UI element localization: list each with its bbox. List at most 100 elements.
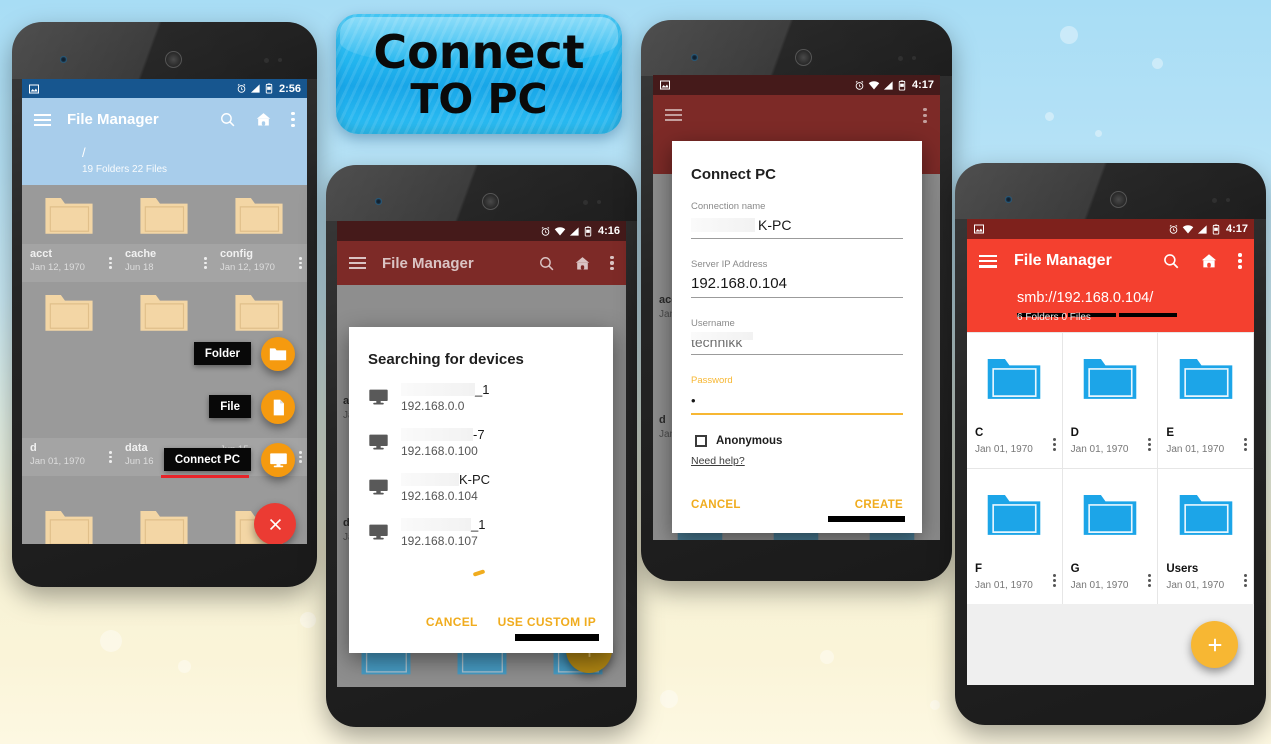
grid-item[interactable]: d Jan 01, 1970	[22, 379, 117, 476]
create-button[interactable]: CREATE	[855, 499, 903, 511]
bg-item-overflow-icon[interactable]	[929, 300, 932, 313]
need-help-link[interactable]: Need help?	[691, 455, 745, 467]
grid-item[interactable]: G Jan 01, 1970	[1062, 469, 1158, 604]
menu-icon[interactable]	[979, 254, 997, 268]
username-field[interactable]: Username technikk	[672, 298, 922, 355]
grid-item-overflow-icon[interactable]	[109, 451, 112, 463]
cancel-button[interactable]: CANCEL	[691, 499, 741, 511]
grid-item-overflow-icon[interactable]	[299, 451, 302, 463]
phone-2-speaker	[482, 193, 499, 210]
grid-item[interactable]: C Jan 01, 1970	[967, 333, 1062, 468]
phone-4-status-time: 4:17	[1225, 223, 1248, 235]
grid-item-overflow-icon[interactable]	[299, 257, 302, 269]
device-ip: 192.168.0.100	[401, 444, 478, 458]
search-icon[interactable]	[538, 255, 555, 272]
grid-item-overflow-icon[interactable]	[204, 257, 207, 269]
menu-icon[interactable]	[34, 113, 51, 126]
signal-icon	[1197, 224, 1207, 234]
bg-item-overflow-icon[interactable]	[615, 403, 618, 416]
connection-name-input[interactable]: K-PC	[691, 217, 903, 233]
phone-1-toolbar: File Manager	[22, 98, 307, 141]
plus-icon	[1208, 638, 1221, 651]
device-list-item[interactable]: _1 192.168.0.107	[349, 503, 613, 548]
server-ip-field[interactable]: Server IP Address 192.168.0.104	[672, 239, 922, 298]
grid-item[interactable]: F Jan 01, 1970	[967, 469, 1062, 604]
grid-item[interactable]: config Jan 12, 1970	[211, 185, 307, 282]
grid-item-overflow-icon[interactable]	[1148, 438, 1152, 451]
grid-item-overflow-icon[interactable]	[1243, 574, 1247, 587]
phone-1: 2:56 File Manager / 19 Folders 22 Files …	[12, 22, 317, 587]
grid-item[interactable]	[22, 282, 117, 379]
battery-icon	[898, 79, 906, 91]
grid-item[interactable]: D Jan 01, 1970	[1062, 333, 1158, 468]
anonymous-checkbox[interactable]	[695, 435, 707, 447]
grid-item-name: C	[975, 427, 984, 439]
bg-item-overflow-icon[interactable]	[615, 523, 618, 536]
bg-item-overflow-icon[interactable]	[929, 420, 932, 433]
device-ip: 192.168.0.104	[401, 489, 478, 503]
device-list-item[interactable]: -7 192.168.0.100	[349, 413, 613, 458]
wifi-icon	[868, 80, 880, 89]
password-input[interactable]: •	[691, 393, 903, 408]
grid-item[interactable]: E Jan 01, 1970	[1158, 333, 1253, 468]
search-icon[interactable]	[219, 111, 236, 128]
bokeh-10	[660, 690, 678, 708]
home-icon[interactable]	[255, 111, 272, 128]
device-list-item[interactable]: K-PC 192.168.0.104	[349, 458, 613, 503]
fab-label-file[interactable]: File	[209, 395, 251, 418]
grid-item-overflow-icon[interactable]	[109, 257, 112, 269]
grid-item-overflow-icon[interactable]	[1148, 574, 1152, 587]
redaction-block	[401, 518, 471, 531]
menu-icon[interactable]	[349, 257, 366, 269]
fab-label-folder[interactable]: Folder	[193, 342, 251, 365]
phone-2-screen: 4:16 File Manager d Searching for device…	[337, 221, 626, 687]
device-name: K-PC	[401, 472, 490, 487]
use-custom-ip-button[interactable]: USE CUSTOM IP	[498, 615, 596, 629]
folder-icon	[45, 197, 94, 234]
menu-icon[interactable]	[665, 109, 682, 121]
grid-item[interactable]	[22, 476, 117, 544]
search-icon[interactable]	[1162, 252, 1180, 270]
grid-item-overflow-icon[interactable]	[1052, 574, 1056, 587]
grid-item-name: cache	[124, 248, 157, 260]
image-icon	[660, 80, 670, 90]
anonymous-checkbox-row[interactable]: Anonymous	[672, 415, 922, 447]
device-list-item[interactable]: _1 192.168.0.0	[349, 368, 613, 413]
grid-item-overflow-icon[interactable]	[1052, 438, 1056, 451]
bokeh-5	[100, 630, 122, 652]
alarm-icon	[855, 80, 864, 90]
grid-item-meta: C Jan 01, 1970	[967, 422, 1062, 468]
fab-create-folder[interactable]	[261, 337, 295, 371]
phone-1-screen: 2:56 File Manager / 19 Folders 22 Files …	[22, 79, 307, 544]
phone-2-sensor-2	[597, 200, 601, 204]
fab-add[interactable]	[1191, 621, 1238, 668]
cancel-button[interactable]: CANCEL	[426, 615, 478, 629]
fab-close[interactable]	[254, 503, 296, 544]
overflow-icon[interactable]	[291, 112, 295, 127]
progress-spinner-icon	[472, 569, 486, 577]
server-ip-input[interactable]: 192.168.0.104	[691, 275, 903, 292]
fab-connect-pc[interactable]	[261, 443, 295, 477]
grid-item[interactable]: acct Jan 12, 1970	[22, 185, 117, 282]
grid-item[interactable]: Users Jan 01, 1970	[1158, 469, 1253, 604]
password-field[interactable]: Password •	[672, 355, 922, 415]
username-input[interactable]: technikk	[691, 332, 903, 350]
bokeh-3	[1045, 112, 1054, 121]
home-icon[interactable]	[1200, 252, 1218, 270]
grid-item[interactable]	[117, 476, 212, 544]
overflow-icon[interactable]	[923, 108, 927, 123]
alarm-icon	[541, 226, 550, 236]
monitor-icon	[369, 389, 388, 405]
fab-create-file[interactable]	[261, 390, 295, 424]
grid-item-overflow-icon[interactable]	[1243, 438, 1247, 451]
home-icon[interactable]	[574, 255, 591, 272]
grid-item[interactable]: cache Jun 18	[116, 185, 212, 282]
phone-1-statusbar: 2:56	[22, 79, 307, 98]
fab-label-connect-pc[interactable]: Connect PC	[163, 448, 251, 471]
overflow-icon[interactable]	[1238, 253, 1242, 269]
bokeh-8	[820, 650, 834, 664]
grid-item-name: F	[975, 563, 983, 575]
connection-name-field[interactable]: Connection name K-PC	[672, 183, 922, 239]
overflow-icon[interactable]	[610, 255, 614, 271]
phone-2-title: File Manager	[382, 254, 474, 272]
